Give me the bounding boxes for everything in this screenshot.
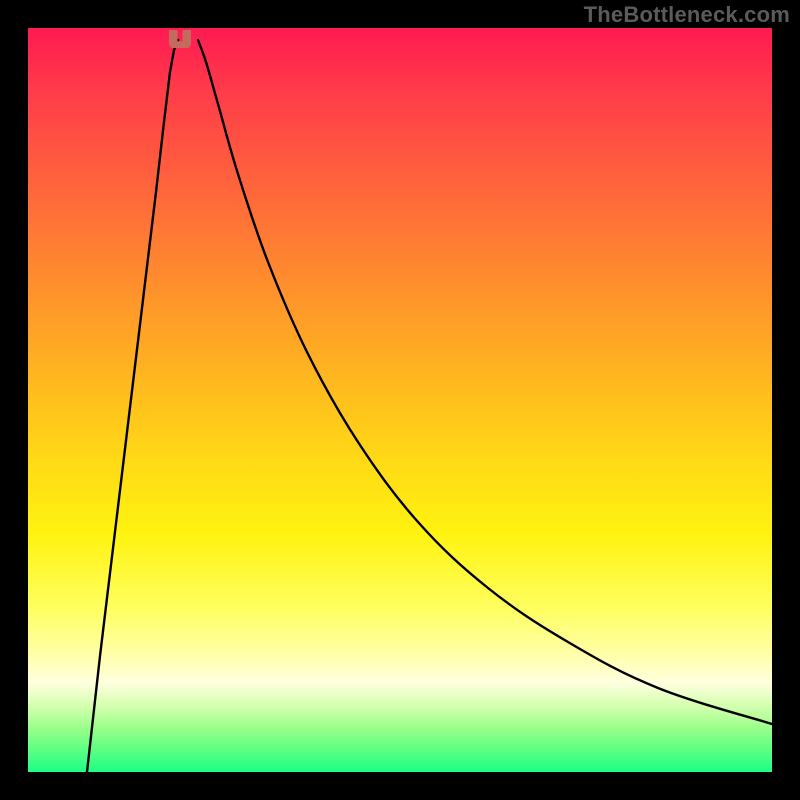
plot-area bbox=[28, 28, 772, 772]
min-marker bbox=[169, 30, 191, 48]
curve-left-branch bbox=[87, 40, 178, 772]
curve-right-branch bbox=[198, 40, 772, 724]
watermark-text: TheBottleneck.com bbox=[584, 2, 790, 28]
curve-svg bbox=[28, 28, 772, 772]
chart-frame: TheBottleneck.com bbox=[0, 0, 800, 800]
